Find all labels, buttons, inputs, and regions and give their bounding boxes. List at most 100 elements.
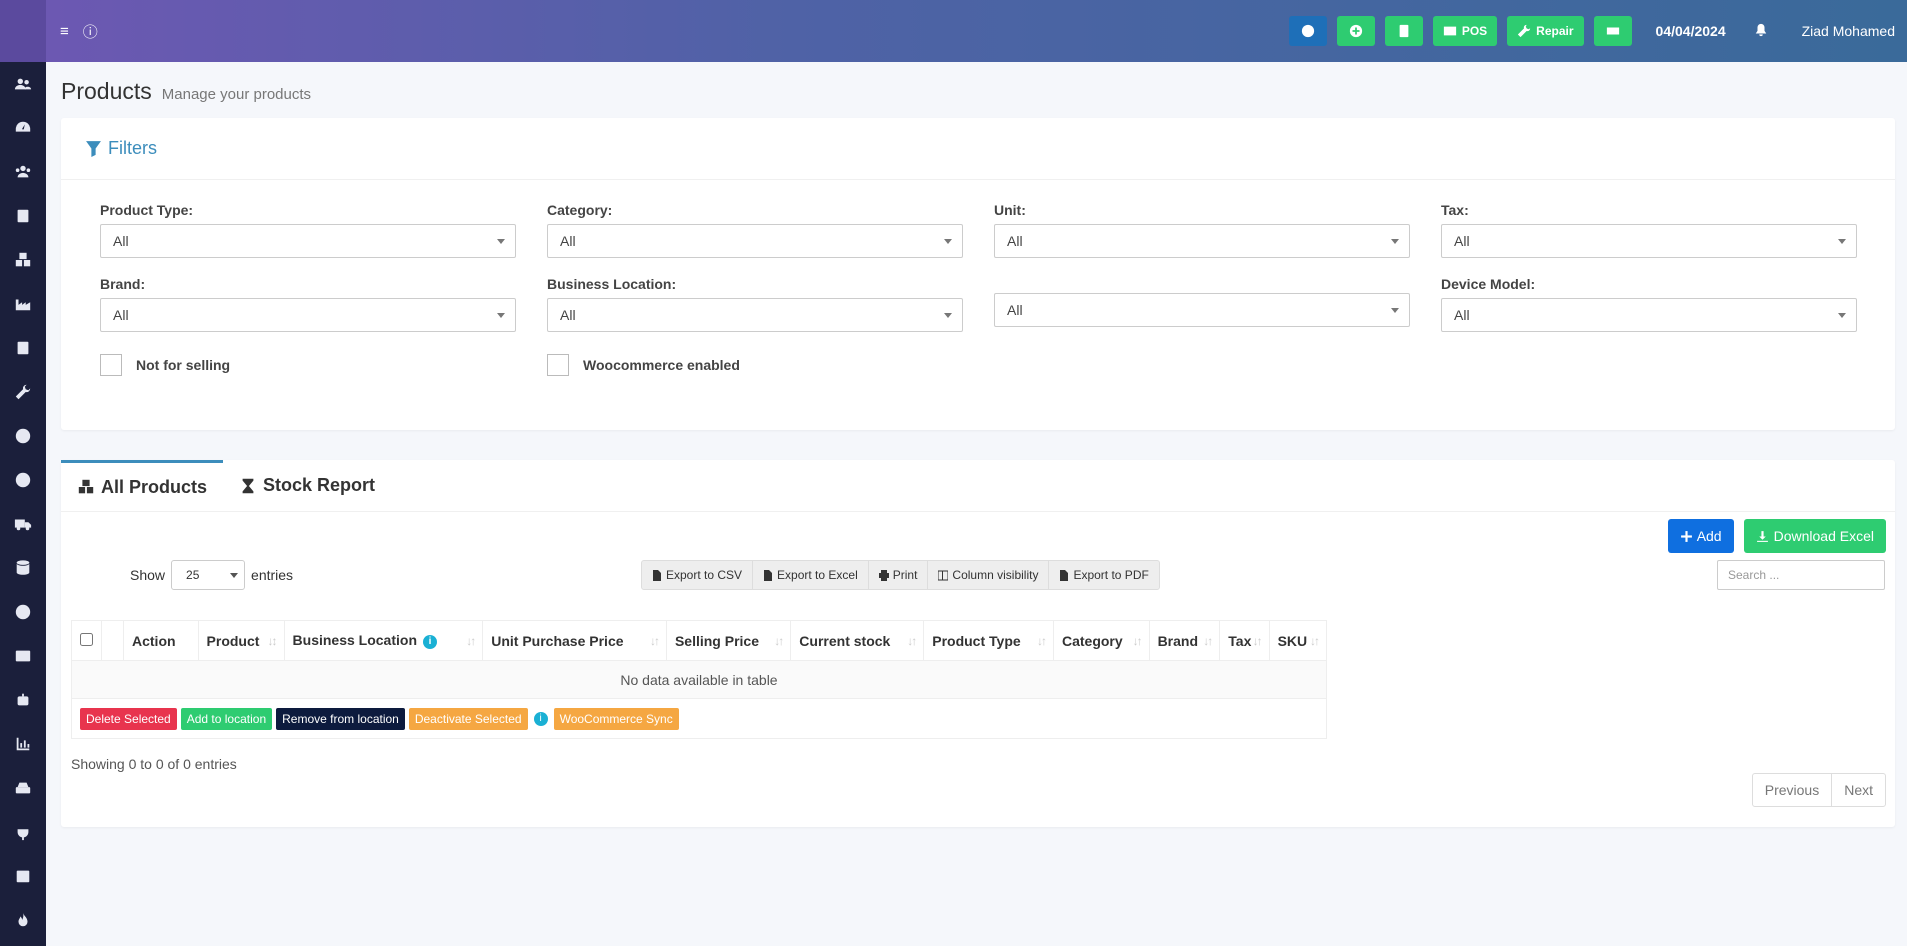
sidebar-logo — [0, 0, 46, 62]
quick-add-button[interactable] — [1336, 16, 1375, 46]
device-model-value: All — [1454, 307, 1470, 323]
cash-register-button[interactable] — [1593, 16, 1632, 46]
sidebar-item-ai[interactable] — [0, 678, 46, 722]
sidebar-item-backup[interactable] — [0, 766, 46, 810]
sidebar-item-payment-accounts[interactable] — [0, 634, 46, 678]
info-icon[interactable]: i — [423, 634, 437, 649]
col-product-type[interactable]: Product Type ↓↑ — [923, 620, 1054, 661]
column-visibility-button[interactable]: Column visibility — [927, 560, 1050, 590]
checkbox-box[interactable] — [547, 354, 569, 376]
plus-circle-icon — [1349, 24, 1362, 38]
filters-toggle[interactable]: Filters — [61, 118, 1895, 180]
export-pdf-button[interactable]: Export to PDF — [1048, 560, 1160, 590]
repair-button[interactable]: Repair — [1507, 16, 1584, 46]
sidebar-item-sales[interactable] — [0, 458, 46, 502]
sidebar-item-manufacturing[interactable] — [0, 282, 46, 326]
menu-toggle-icon[interactable]: ≡ — [60, 23, 69, 40]
tax-value: All — [1454, 233, 1470, 249]
col-product[interactable]: Product ↓↕ — [197, 620, 285, 661]
woocommerce-sync-button[interactable]: WooCommerce Sync — [553, 707, 679, 730]
chart-icon — [16, 737, 30, 751]
category-label: Category: — [547, 202, 613, 218]
entries-select[interactable]: 25 — [171, 560, 246, 590]
tab-all-products[interactable]: All Products — [61, 460, 224, 511]
info-icon[interactable]: ⓘ — [83, 21, 98, 42]
delete-selected-button[interactable]: Delete Selected — [80, 707, 177, 730]
col-tax[interactable]: Tax ↓↑ — [1219, 620, 1270, 661]
unit-select[interactable]: All — [994, 224, 1410, 258]
search-input[interactable]: Search ... — [1717, 560, 1885, 590]
tax-select[interactable]: All — [1441, 224, 1857, 258]
chevron-down-icon — [497, 239, 505, 244]
col-product-label: Product — [206, 632, 260, 649]
print-button[interactable]: Print — [867, 560, 929, 590]
filters-heading: Filters — [108, 138, 157, 158]
calculator-button[interactable] — [1384, 16, 1423, 46]
sort-icon: ↓↑ — [466, 634, 476, 648]
entries-label: entries — [251, 567, 294, 583]
brand-value: All — [113, 307, 129, 323]
select-all-header — [71, 620, 102, 661]
not-for-selling-checkbox[interactable]: Not for selling — [100, 354, 547, 376]
download-excel-button[interactable]: Download Excel — [1743, 519, 1886, 553]
col-current-stock[interactable]: Current stock ↓↑ — [790, 620, 925, 661]
select-all-checkbox[interactable] — [80, 632, 93, 646]
sidebar-item-reports[interactable] — [0, 722, 46, 766]
business-location-label: Business Location: — [547, 276, 677, 292]
sidebar-item-modules[interactable] — [0, 810, 46, 854]
notifications-bell[interactable] — [1754, 23, 1768, 40]
business-location-select[interactable]: All — [547, 298, 963, 332]
next-page-button[interactable]: Next — [1831, 773, 1886, 807]
col-unit-purchase-price[interactable]: Unit Purchase Price ↓↑ — [482, 620, 667, 661]
sort-icon: ↓↑ — [907, 634, 917, 648]
export-csv-button[interactable]: Export to CSV — [641, 560, 754, 590]
file-csv-icon — [653, 569, 661, 581]
col-sku[interactable]: SKU ↓↑ — [1268, 620, 1328, 661]
col-brand[interactable]: Brand ↓↑ — [1148, 620, 1221, 661]
previous-page-button[interactable]: Previous — [1751, 773, 1833, 807]
category-select[interactable]: All — [547, 224, 963, 258]
checkbox-box[interactable] — [100, 354, 122, 376]
woocommerce-enabled-checkbox[interactable]: Woocommerce enabled — [547, 354, 994, 376]
col-selling-price[interactable]: Selling Price ↓↑ — [665, 620, 792, 661]
sidebar-item-kitchen[interactable] — [0, 898, 46, 942]
col-category[interactable]: Category ↓↑ — [1052, 620, 1150, 661]
unit-value: All — [1007, 233, 1023, 249]
sidebar-item-shipping[interactable] — [0, 502, 46, 546]
brand-select[interactable]: All — [100, 298, 516, 332]
sidebar-item-bookings[interactable] — [0, 854, 46, 898]
sidebar-item-contacts[interactable] — [0, 150, 46, 194]
tab-stock-report-label: Stock Report — [263, 475, 376, 495]
show-label: Show — [130, 567, 166, 583]
export-excel-button[interactable]: Export to Excel — [752, 560, 869, 590]
sidebar-item-stock[interactable] — [0, 546, 46, 590]
sidebar-item-users[interactable] — [0, 62, 46, 106]
users-icon — [14, 78, 32, 90]
remove-from-location-button[interactable]: Remove from location — [276, 707, 405, 730]
sidebar-item-dashboard[interactable] — [0, 106, 46, 150]
user-menu[interactable]: Ziad Mohamed — [1802, 23, 1895, 39]
sidebar-item-reports-book[interactable] — [0, 326, 46, 370]
hdd-icon — [15, 782, 31, 794]
download-circle-icon — [1301, 24, 1314, 38]
unlabeled-select[interactable]: All — [994, 293, 1410, 327]
device-model-select[interactable]: All — [1441, 298, 1857, 332]
deactivate-selected-button[interactable]: Deactivate Selected — [408, 707, 528, 730]
not-for-selling-label: Not for selling — [136, 357, 231, 373]
sidebar-item-address-book[interactable] — [0, 194, 46, 238]
tab-stock-report[interactable]: Stock Report — [223, 460, 391, 511]
search-placeholder: Search ... — [1728, 568, 1780, 582]
add-product-button[interactable]: Add — [1667, 519, 1734, 553]
col-business-location[interactable]: Business Location i ↓↑ — [283, 620, 484, 661]
info-icon[interactable]: i — [533, 711, 548, 726]
sidebar-item-products[interactable] — [0, 238, 46, 282]
filters-panel: Filters Product Type: All Category: All Un… — [61, 118, 1895, 430]
pos-button[interactable]: POS — [1432, 16, 1498, 46]
sort-icon: ↓↑ — [1310, 634, 1320, 648]
add-to-location-button[interactable]: Add to location — [180, 707, 273, 730]
sidebar-item-repair[interactable] — [0, 370, 46, 414]
download-button[interactable] — [1288, 16, 1327, 46]
sidebar-item-purchases[interactable] — [0, 414, 46, 458]
product-type-select[interactable]: All — [100, 224, 516, 258]
sidebar-item-expenses[interactable] — [0, 590, 46, 634]
